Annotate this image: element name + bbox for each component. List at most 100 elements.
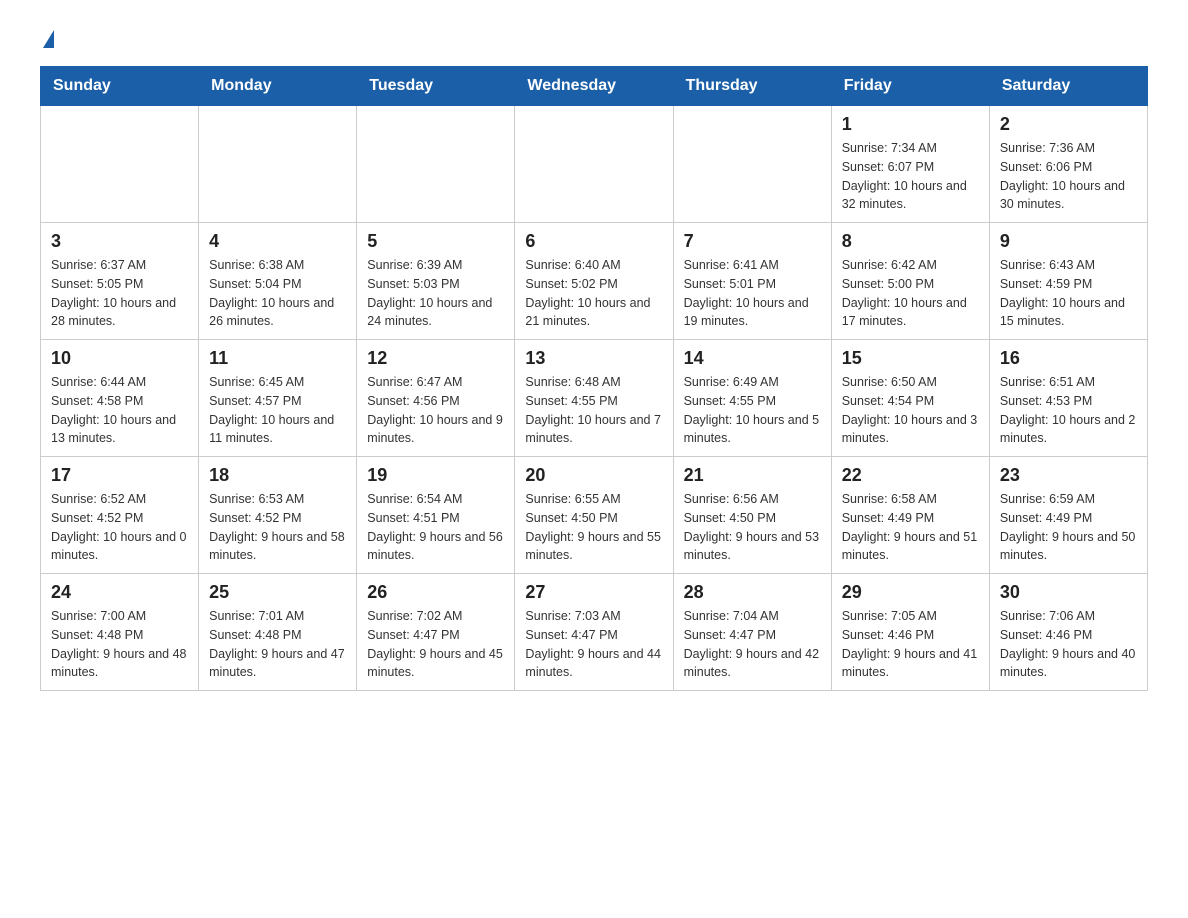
calendar-cell: 13Sunrise: 6:48 AMSunset: 4:55 PMDayligh…	[515, 340, 673, 457]
daylight-text: Daylight: 10 hours and 5 minutes.	[684, 411, 821, 449]
sunrise-text: Sunrise: 6:47 AM	[367, 373, 504, 392]
sunset-text: Sunset: 4:48 PM	[209, 626, 346, 645]
day-number: 19	[367, 465, 504, 486]
sunset-text: Sunset: 4:47 PM	[684, 626, 821, 645]
day-detail: Sunrise: 6:44 AMSunset: 4:58 PMDaylight:…	[51, 373, 188, 448]
sunset-text: Sunset: 4:56 PM	[367, 392, 504, 411]
daylight-text: Daylight: 10 hours and 26 minutes.	[209, 294, 346, 332]
calendar-cell: 11Sunrise: 6:45 AMSunset: 4:57 PMDayligh…	[199, 340, 357, 457]
sunset-text: Sunset: 4:47 PM	[525, 626, 662, 645]
calendar-cell: 25 Sunrise: 7:01 AMSunset: 4:48 PMDayligh…	[199, 574, 357, 691]
day-detail: Sunrise: 6:50 AMSunset: 4:54 PMDaylight:…	[842, 373, 979, 448]
sunset-text: Sunset: 4:50 PM	[525, 509, 662, 528]
sunrise-text: Sunrise: 6:43 AM	[1000, 256, 1137, 275]
calendar-cell: 7Sunrise: 6:41 AMSunset: 5:01 PMDaylight…	[673, 223, 831, 340]
sunrise-text: Sunrise: 7:00 AM	[51, 607, 188, 626]
day-detail: Sunrise: 7:02 AMSunset: 4:47 PMDaylight:…	[367, 607, 504, 682]
sunrise-text: Sunrise: 6:40 AM	[525, 256, 662, 275]
weekday-header-tuesday: Tuesday	[357, 67, 515, 106]
logo-triangle-icon	[43, 30, 54, 48]
calendar-cell: 5Sunrise: 6:39 AMSunset: 5:03 PMDaylight…	[357, 223, 515, 340]
sunset-text: Sunset: 5:03 PM	[367, 275, 504, 294]
sunrise-text: Sunrise: 6:51 AM	[1000, 373, 1137, 392]
sunset-text: Sunset: 4:52 PM	[51, 509, 188, 528]
day-number: 2	[1000, 114, 1137, 135]
day-detail: Sunrise: 6:47 AMSunset: 4:56 PMDaylight:…	[367, 373, 504, 448]
sunset-text: Sunset: 6:06 PM	[1000, 158, 1137, 177]
day-number: 21	[684, 465, 821, 486]
calendar-cell	[357, 106, 515, 223]
day-number: 11	[209, 348, 346, 369]
daylight-text: Daylight: 10 hours and 30 minutes.	[1000, 177, 1137, 215]
sunrise-text: Sunrise: 6:42 AM	[842, 256, 979, 275]
calendar-cell	[199, 106, 357, 223]
day-number: 10	[51, 348, 188, 369]
day-detail: Sunrise: 7:01 AMSunset: 4:48 PMDaylight:…	[209, 607, 346, 682]
day-number: 25	[209, 582, 346, 603]
daylight-text: Daylight: 9 hours and 45 minutes.	[367, 645, 504, 683]
sunrise-text: Sunrise: 6:38 AM	[209, 256, 346, 275]
sunset-text: Sunset: 4:47 PM	[367, 626, 504, 645]
daylight-text: Daylight: 9 hours and 40 minutes.	[1000, 645, 1137, 683]
day-detail: Sunrise: 6:38 AMSunset: 5:04 PMDaylight:…	[209, 256, 346, 331]
sunset-text: Sunset: 5:04 PM	[209, 275, 346, 294]
calendar-cell: 4 Sunrise: 6:38 AMSunset: 5:04 PMDaylight…	[199, 223, 357, 340]
day-detail: Sunrise: 6:42 AMSunset: 5:00 PMDaylight:…	[842, 256, 979, 331]
sunset-text: Sunset: 4:55 PM	[684, 392, 821, 411]
day-detail: Sunrise: 7:03 AMSunset: 4:47 PMDaylight:…	[525, 607, 662, 682]
daylight-text: Daylight: 9 hours and 44 minutes.	[525, 645, 662, 683]
sunset-text: Sunset: 4:55 PM	[525, 392, 662, 411]
daylight-text: Daylight: 9 hours and 50 minutes.	[1000, 528, 1137, 566]
calendar-cell: 2 Sunrise: 7:36 AMSunset: 6:06 PMDaylight…	[989, 106, 1147, 223]
day-number: 6	[525, 231, 662, 252]
daylight-text: Daylight: 10 hours and 28 minutes.	[51, 294, 188, 332]
sunset-text: Sunset: 5:00 PM	[842, 275, 979, 294]
day-number: 8	[842, 231, 979, 252]
calendar-cell: 16Sunrise: 6:51 AMSunset: 4:53 PMDayligh…	[989, 340, 1147, 457]
day-number: 26	[367, 582, 504, 603]
daylight-text: Daylight: 9 hours and 48 minutes.	[51, 645, 188, 683]
daylight-text: Daylight: 10 hours and 15 minutes.	[1000, 294, 1137, 332]
sunset-text: Sunset: 4:46 PM	[842, 626, 979, 645]
calendar-cell: 29 Sunrise: 7:05 AMSunset: 4:46 PMDayligh…	[831, 574, 989, 691]
logo	[40, 30, 54, 48]
day-detail: Sunrise: 6:53 AMSunset: 4:52 PMDaylight:…	[209, 490, 346, 565]
sunrise-text: Sunrise: 6:49 AM	[684, 373, 821, 392]
daylight-text: Daylight: 10 hours and 17 minutes.	[842, 294, 979, 332]
weekday-header-sunday: Sunday	[41, 67, 199, 106]
sunset-text: Sunset: 5:05 PM	[51, 275, 188, 294]
day-number: 29	[842, 582, 979, 603]
calendar-cell: 1Sunrise: 7:34 AMSunset: 6:07 PMDaylight…	[831, 106, 989, 223]
sunset-text: Sunset: 5:01 PM	[684, 275, 821, 294]
day-detail: Sunrise: 6:49 AMSunset: 4:55 PMDaylight:…	[684, 373, 821, 448]
day-detail: Sunrise: 6:59 AMSunset: 4:49 PMDaylight:…	[1000, 490, 1137, 565]
calendar-cell: 30Sunrise: 7:06 AMSunset: 4:46 PMDayligh…	[989, 574, 1147, 691]
daylight-text: Daylight: 10 hours and 13 minutes.	[51, 411, 188, 449]
daylight-text: Daylight: 9 hours and 55 minutes.	[525, 528, 662, 566]
sunrise-text: Sunrise: 7:05 AM	[842, 607, 979, 626]
day-detail: Sunrise: 6:43 AMSunset: 4:59 PMDaylight:…	[1000, 256, 1137, 331]
sunrise-text: Sunrise: 7:06 AM	[1000, 607, 1137, 626]
daylight-text: Daylight: 9 hours and 47 minutes.	[209, 645, 346, 683]
sunrise-text: Sunrise: 6:53 AM	[209, 490, 346, 509]
sunrise-text: Sunrise: 7:02 AM	[367, 607, 504, 626]
calendar-table: SundayMondayTuesdayWednesdayThursdayFrid…	[40, 66, 1148, 691]
calendar-cell: 26 Sunrise: 7:02 AMSunset: 4:47 PMDayligh…	[357, 574, 515, 691]
calendar-cell: 24Sunrise: 7:00 AMSunset: 4:48 PMDayligh…	[41, 574, 199, 691]
day-number: 14	[684, 348, 821, 369]
day-number: 15	[842, 348, 979, 369]
daylight-text: Daylight: 9 hours and 42 minutes.	[684, 645, 821, 683]
sunrise-text: Sunrise: 7:01 AM	[209, 607, 346, 626]
day-number: 24	[51, 582, 188, 603]
day-detail: Sunrise: 7:36 AMSunset: 6:06 PMDaylight:…	[1000, 139, 1137, 214]
day-number: 16	[1000, 348, 1137, 369]
sunset-text: Sunset: 4:51 PM	[367, 509, 504, 528]
sunrise-text: Sunrise: 6:44 AM	[51, 373, 188, 392]
day-detail: Sunrise: 6:56 AMSunset: 4:50 PMDaylight:…	[684, 490, 821, 565]
daylight-text: Daylight: 9 hours and 41 minutes.	[842, 645, 979, 683]
sunrise-text: Sunrise: 6:52 AM	[51, 490, 188, 509]
calendar-cell: 8 Sunrise: 6:42 AMSunset: 5:00 PMDaylight…	[831, 223, 989, 340]
day-number: 4	[209, 231, 346, 252]
day-number: 20	[525, 465, 662, 486]
calendar-cell: 20Sunrise: 6:55 AMSunset: 4:50 PMDayligh…	[515, 457, 673, 574]
